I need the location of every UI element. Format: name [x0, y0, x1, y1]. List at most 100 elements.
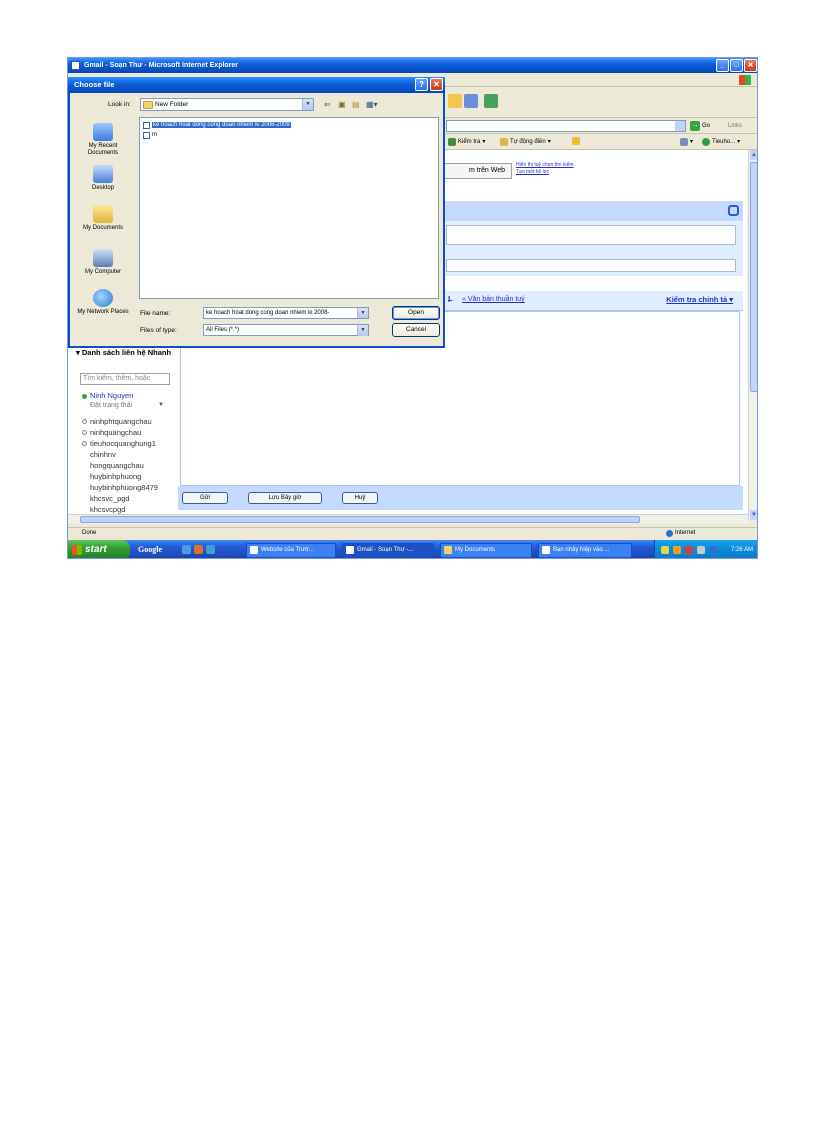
zone-label: Internet	[675, 530, 696, 536]
place-label: My Computer	[84, 269, 121, 275]
place-my-documents[interactable]: My Documents	[74, 205, 132, 232]
back-icon[interactable]: ⇐	[324, 98, 331, 111]
my-name: Ninh Nguyen	[90, 391, 134, 400]
file-type-select[interactable]: All Files (*.*) ▼	[203, 324, 369, 336]
address-input[interactable]	[446, 120, 686, 132]
maximize-button[interactable]: □	[730, 59, 743, 72]
task-button[interactable]: Website của Trườ...	[246, 543, 336, 558]
plain-text-link[interactable]: « Văn bản thuần tuý	[462, 296, 525, 303]
google-deskbar[interactable]: Google	[138, 543, 176, 557]
place-my-computer[interactable]: My Computer	[74, 249, 132, 276]
go-button[interactable]: → Go	[690, 120, 710, 132]
subject-input[interactable]	[446, 259, 736, 272]
desktop-icon	[93, 165, 113, 183]
media-icon[interactable]	[464, 94, 478, 108]
horizontal-scrollbar[interactable]	[68, 514, 748, 524]
discard-button[interactable]: Huỷ	[342, 492, 378, 504]
place-my-network-places[interactable]: My Network Places	[74, 289, 132, 316]
create-filter-link[interactable]: Tạo một bộ lọc	[516, 169, 574, 176]
remove-formatting-icon[interactable]: I̶	[448, 295, 450, 304]
chevron-down-icon[interactable]: ▼	[302, 99, 313, 110]
scroll-up-icon[interactable]: ▲	[750, 150, 757, 160]
look-in-dropdown[interactable]: New Folder ▼	[140, 98, 314, 111]
folder-icon	[143, 101, 153, 109]
google-account-button[interactable]: Tieuho... ▾	[702, 137, 740, 147]
status-dot-icon	[82, 419, 87, 424]
chevron-down-icon[interactable]: ▼	[357, 308, 368, 318]
contact-item[interactable]: tieuhocquanghung1	[82, 438, 176, 449]
chevron-down-icon[interactable]: ▼	[158, 402, 164, 408]
show-search-options-link[interactable]: Hiển thị tuỳ chọn tìm kiếm	[516, 162, 574, 169]
contact-item[interactable]: chinhnv	[82, 449, 176, 460]
messenger-icon[interactable]	[484, 94, 498, 108]
file-list[interactable]: ke hoach hoat dong cong doan nhiem ki 20…	[139, 117, 439, 299]
save-now-button[interactable]: Lưu Bây giờ	[248, 492, 322, 504]
views-menu-icon[interactable]: ▦▾	[366, 98, 378, 111]
quicklaunch-ie-icon[interactable]	[182, 545, 191, 554]
dialog-close-button[interactable]: ✕	[430, 78, 443, 91]
quicklaunch-media-icon[interactable]	[206, 545, 215, 554]
task-button[interactable]: Gmail - Soạn Thư -...	[342, 543, 434, 558]
dialog-title-bar: Choose file ? ✕	[68, 77, 445, 93]
settings-wrench-button[interactable]: ▾	[680, 137, 693, 147]
quick-contacts-title[interactable]: ▾ Danh sách liên hệ Nhanh	[76, 348, 171, 357]
contact-item[interactable]: ninhphtquangchau	[82, 416, 176, 427]
recipient-input[interactable]	[446, 225, 736, 245]
task-button[interactable]: Bạn nhảy hiệp vào ...	[538, 543, 632, 558]
hscroll-thumb[interactable]	[80, 516, 640, 523]
help-button[interactable]: ?	[415, 78, 428, 91]
new-folder-icon[interactable]: ▤	[352, 98, 360, 111]
place-desktop[interactable]: Desktop	[74, 165, 132, 192]
file-name-value: ke hoach hoat dong cong doan nhiem ki 20…	[206, 310, 330, 316]
cancel-button[interactable]: Cancel	[392, 323, 440, 337]
close-button[interactable]: ✕	[744, 59, 757, 72]
quicklaunch-firefox-icon[interactable]	[194, 545, 203, 554]
spellcheck-link[interactable]: Kiểm tra chính tả ▾	[666, 295, 733, 304]
tray-icon[interactable]	[685, 546, 693, 554]
contact-item[interactable]: khcsvc_pgd	[82, 493, 176, 504]
set-status-dropdown[interactable]: Đặt trạng thái	[90, 402, 132, 409]
task-icon	[250, 546, 258, 554]
task-button[interactable]: My Documents	[440, 543, 532, 558]
file-item[interactable]: m	[142, 131, 157, 140]
send-button[interactable]: Gửi	[182, 492, 228, 504]
google-autofill-button[interactable]: Tự động điền ▾	[500, 137, 551, 147]
pencil-icon-button[interactable]	[572, 137, 580, 145]
volume-icon[interactable]	[697, 546, 705, 554]
wrench-icon	[680, 138, 688, 146]
google-check-button[interactable]: Kiểm tra ▾	[448, 137, 485, 147]
scroll-down-icon[interactable]: ▼	[750, 510, 757, 520]
network-icon[interactable]	[709, 546, 717, 554]
minimize-button[interactable]: _	[716, 59, 729, 72]
file-item[interactable]: ke hoach hoat dong cong doan nhiem ki 20…	[142, 121, 291, 130]
contact-item[interactable]: hongquangchau	[82, 460, 176, 471]
up-folder-icon[interactable]: ▣	[338, 98, 346, 111]
file-name-label: File name:	[140, 310, 171, 317]
tray-icon[interactable]	[661, 546, 669, 554]
links-label[interactable]: Links	[728, 120, 742, 132]
task-icon	[346, 546, 354, 554]
folder-icon[interactable]	[448, 94, 462, 108]
file-name-input[interactable]: ke hoach hoat dong cong doan nhiem ki 20…	[203, 307, 369, 319]
contacts-search-input[interactable]: Tìm kiếm, thêm, hoặc	[80, 373, 170, 385]
tray-icon[interactable]	[673, 546, 681, 554]
open-button[interactable]: Open	[392, 306, 440, 320]
search-web-button[interactable]: m trên Web	[438, 163, 512, 179]
new-window-icon[interactable]	[728, 205, 739, 216]
vertical-scrollbar[interactable]: ▲ ▼	[748, 150, 757, 520]
contact-name: chinhnv	[90, 450, 116, 459]
address-dropdown-icon[interactable]	[675, 121, 685, 131]
scroll-thumb[interactable]	[750, 162, 757, 392]
start-button[interactable]: start	[68, 540, 130, 558]
contact-item[interactable]: ninhquangchau	[82, 427, 176, 438]
contact-item[interactable]: huybinhphuong	[82, 471, 176, 482]
chevron-down-icon[interactable]: ▼	[357, 325, 368, 336]
contact-item[interactable]: huybinhphuong8479	[82, 482, 176, 493]
place-my-recent-documents[interactable]: My Recent Documents	[74, 123, 132, 157]
ie-title-bar: Gmail - Soạn Thư - Microsoft Internet Ex…	[68, 58, 757, 73]
file-type-label: Files of type:	[140, 327, 177, 334]
look-in-value: New Folder	[155, 101, 189, 108]
contact-name: huybinhphuong	[90, 472, 142, 481]
places-bar: My Recent Documents Desktop My Documents…	[74, 117, 132, 343]
check-icon	[448, 138, 456, 146]
